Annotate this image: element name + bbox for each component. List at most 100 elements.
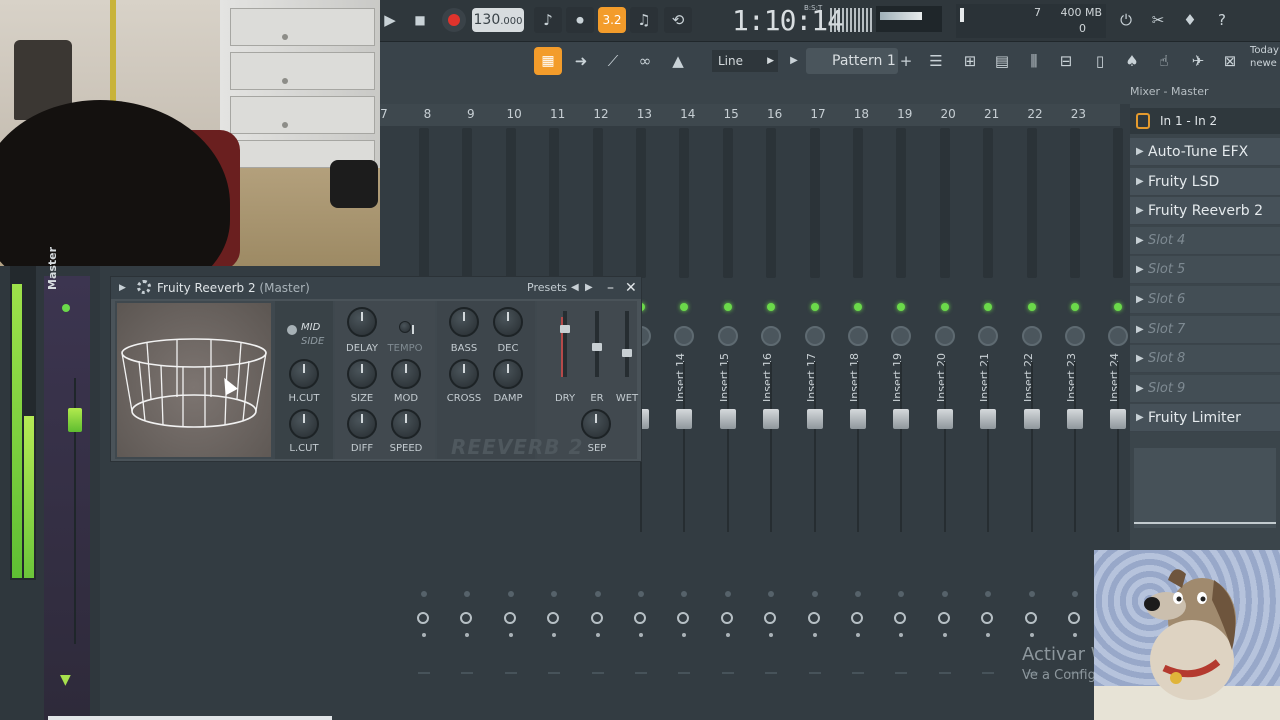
bass-knob[interactable] [449, 307, 479, 337]
horizontal-scrollbar[interactable] [48, 716, 332, 720]
track-pan-knob[interactable] [804, 326, 825, 346]
track-enable-led[interactable] [854, 303, 862, 311]
track-fader[interactable] [893, 409, 910, 429]
snap-selector[interactable]: Line ▶ [712, 50, 778, 72]
fx-slot[interactable]: ▶ Fruity Reeverb 2 [1130, 197, 1280, 226]
track-route-arrow-icon[interactable] [678, 672, 691, 678]
mixer-icon[interactable]: ⫼ [1020, 48, 1048, 74]
track-route-knob[interactable] [764, 612, 777, 624]
fx-slot[interactable]: ▶ Fruity Limiter [1130, 404, 1280, 433]
hcut-knob[interactable] [289, 359, 319, 389]
mixer-track[interactable]: Insert 14 [664, 126, 704, 720]
wet-handle[interactable] [622, 349, 632, 357]
size-knob[interactable] [347, 359, 377, 389]
metronome-icon[interactable]: ♪ [534, 7, 562, 33]
track-enable-led[interactable] [984, 303, 993, 311]
track-route-knob[interactable] [807, 612, 820, 624]
track-route-arrow-icon[interactable] [418, 672, 430, 678]
track-fader[interactable] [980, 409, 997, 429]
track-route-arrow-icon[interactable] [461, 672, 474, 678]
plugin-menu-arrow-icon[interactable]: ▶ [119, 277, 126, 299]
delay-knob[interactable] [347, 307, 377, 337]
mixer-track[interactable]: Insert 16 [751, 126, 791, 720]
plugin-icon[interactable]: ♠ [1118, 48, 1146, 74]
track-record-dot[interactable] [508, 633, 513, 637]
fx-slot[interactable]: ▶ Slot 9 [1130, 374, 1280, 403]
stamp-icon[interactable]: ▲ [664, 48, 692, 74]
track-record-dot[interactable] [639, 633, 643, 637]
master-fader[interactable] [68, 408, 82, 432]
track-stereo-dot[interactable] [551, 591, 558, 597]
track-stereo-dot[interactable] [507, 591, 514, 597]
help-icon[interactable]: ? [1210, 7, 1234, 33]
track-pan-knob[interactable] [1021, 326, 1042, 346]
play-button[interactable]: ▶ [380, 7, 400, 33]
track-record-dot[interactable] [942, 633, 947, 637]
track-pan-knob[interactable] [934, 326, 955, 346]
mid-side-radio[interactable] [287, 325, 297, 335]
track-route-arrow-icon[interactable] [895, 672, 908, 678]
preset-next-icon[interactable]: ▶ [585, 277, 593, 299]
track-stereo-dot[interactable] [855, 591, 861, 597]
track-pan-knob[interactable] [891, 326, 912, 346]
fx-slot[interactable]: ▶ Slot 7 [1130, 315, 1280, 344]
track-fader[interactable] [719, 409, 736, 429]
damp-knob[interactable] [493, 359, 523, 389]
track-stereo-dot[interactable] [638, 591, 644, 597]
track-stereo-dot[interactable] [811, 591, 818, 597]
tempo-display[interactable]: 130.000 [472, 8, 524, 32]
fx-slot[interactable]: ▶ Slot 5 [1130, 256, 1280, 285]
track-stereo-dot[interactable] [724, 591, 731, 597]
wet-slider[interactable] [625, 311, 629, 377]
fx-slot[interactable]: ▶ Slot 8 [1130, 345, 1280, 374]
tempo-sync-toggle[interactable] [399, 321, 414, 334]
track-stereo-dot[interactable] [464, 591, 471, 597]
presets-button[interactable]: Presets [527, 277, 567, 299]
track-route-arrow-icon[interactable] [982, 672, 995, 678]
record-button[interactable] [442, 8, 466, 32]
track-fader[interactable] [1023, 409, 1040, 429]
track-record-dot[interactable] [682, 633, 687, 637]
track-fader[interactable] [763, 409, 780, 429]
track-route-knob[interactable] [981, 612, 994, 624]
er-handle[interactable] [592, 343, 602, 351]
lcut-knob[interactable] [289, 409, 319, 439]
track-route-knob[interactable] [590, 612, 603, 624]
track-route-arrow-icon[interactable] [635, 672, 647, 678]
track-stereo-dot[interactable] [681, 591, 688, 597]
track-fader[interactable] [676, 409, 693, 429]
track-route-knob[interactable] [417, 612, 429, 624]
cross-knob[interactable] [449, 359, 479, 389]
track-record-dot[interactable] [465, 633, 470, 637]
track-route-knob[interactable] [894, 612, 907, 624]
mixer-track[interactable]: Insert 20 [925, 126, 965, 720]
fx-slot[interactable]: ▶ Slot 4 [1130, 226, 1280, 255]
track-record-dot[interactable] [986, 633, 991, 637]
track-pan-knob[interactable] [761, 326, 782, 346]
track-record-dot[interactable] [595, 633, 600, 637]
countdown-button[interactable]: 3.2 [598, 7, 626, 33]
track-fader[interactable] [806, 409, 823, 429]
track-route-knob[interactable] [460, 612, 473, 624]
mixer-track[interactable]: Insert 15 [708, 126, 748, 720]
master-led[interactable] [62, 304, 70, 312]
plugin-titlebar[interactable]: ▶ Fruity Reeverb 2 (Master) Presets ◀ ▶ … [111, 277, 641, 299]
add-pattern-icon[interactable]: + [898, 48, 914, 74]
track-route-arrow-icon[interactable] [852, 672, 864, 678]
track-enable-led[interactable] [940, 303, 949, 311]
track-enable-led[interactable] [767, 303, 776, 311]
mixer-track[interactable]: Insert 18 [838, 126, 878, 720]
master-track[interactable] [44, 276, 90, 720]
draw-icon[interactable]: ⟋ [600, 48, 626, 74]
track-route-knob[interactable] [547, 612, 560, 624]
channel-rack-icon[interactable]: ▤ [988, 48, 1016, 74]
track-pan-knob[interactable] [1108, 326, 1129, 346]
pattern-prev-icon[interactable]: ▶ [786, 48, 802, 74]
blend-notes-icon[interactable]: ♫ [630, 7, 658, 33]
speed-knob[interactable] [391, 409, 421, 439]
track-route-knob[interactable] [720, 612, 733, 624]
track-stereo-dot[interactable] [1028, 591, 1035, 597]
track-record-dot[interactable] [899, 633, 904, 637]
track-route-knob[interactable] [503, 612, 516, 624]
touch-icon[interactable]: ☝ [1150, 48, 1178, 74]
